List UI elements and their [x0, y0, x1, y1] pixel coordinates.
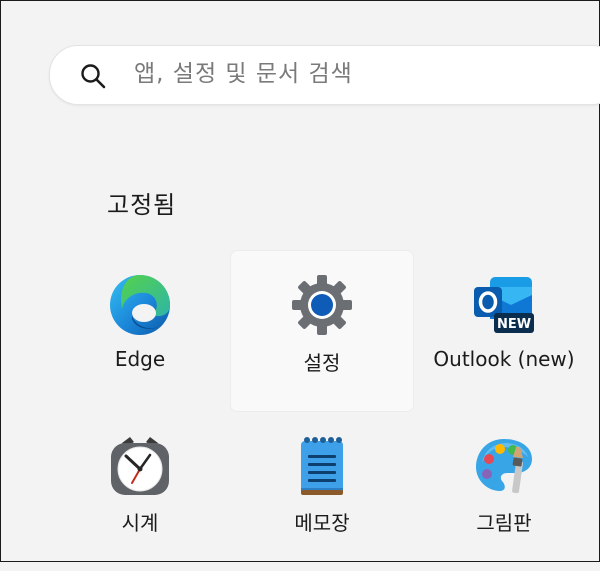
- search-box[interactable]: [49, 45, 600, 105]
- edge-icon: [110, 275, 170, 335]
- outlook-icon: NEW: [474, 277, 534, 333]
- notepad-icon: [301, 437, 343, 495]
- app-label: Outlook (new): [433, 347, 575, 371]
- paint-icon: [476, 439, 532, 494]
- search-icon: [81, 64, 106, 89]
- pinned-app-edge[interactable]: Edge: [49, 251, 231, 411]
- pinned-app-clock[interactable]: 시계: [49, 411, 231, 571]
- settings-gear-icon: [292, 275, 352, 335]
- app-label: 그림판: [476, 511, 532, 535]
- pinned-app-outlook[interactable]: NEW Outlook (new): [413, 251, 595, 411]
- new-badge: NEW: [497, 317, 531, 332]
- pinned-app-paint[interactable]: 그림판: [413, 411, 595, 571]
- clock-icon: [111, 437, 169, 495]
- pinned-section-title: 고정됨: [107, 191, 177, 219]
- search-input[interactable]: [134, 56, 594, 92]
- pinned-app-settings[interactable]: 설정: [231, 251, 413, 411]
- pinned-app-notepad[interactable]: 메모장: [231, 411, 413, 571]
